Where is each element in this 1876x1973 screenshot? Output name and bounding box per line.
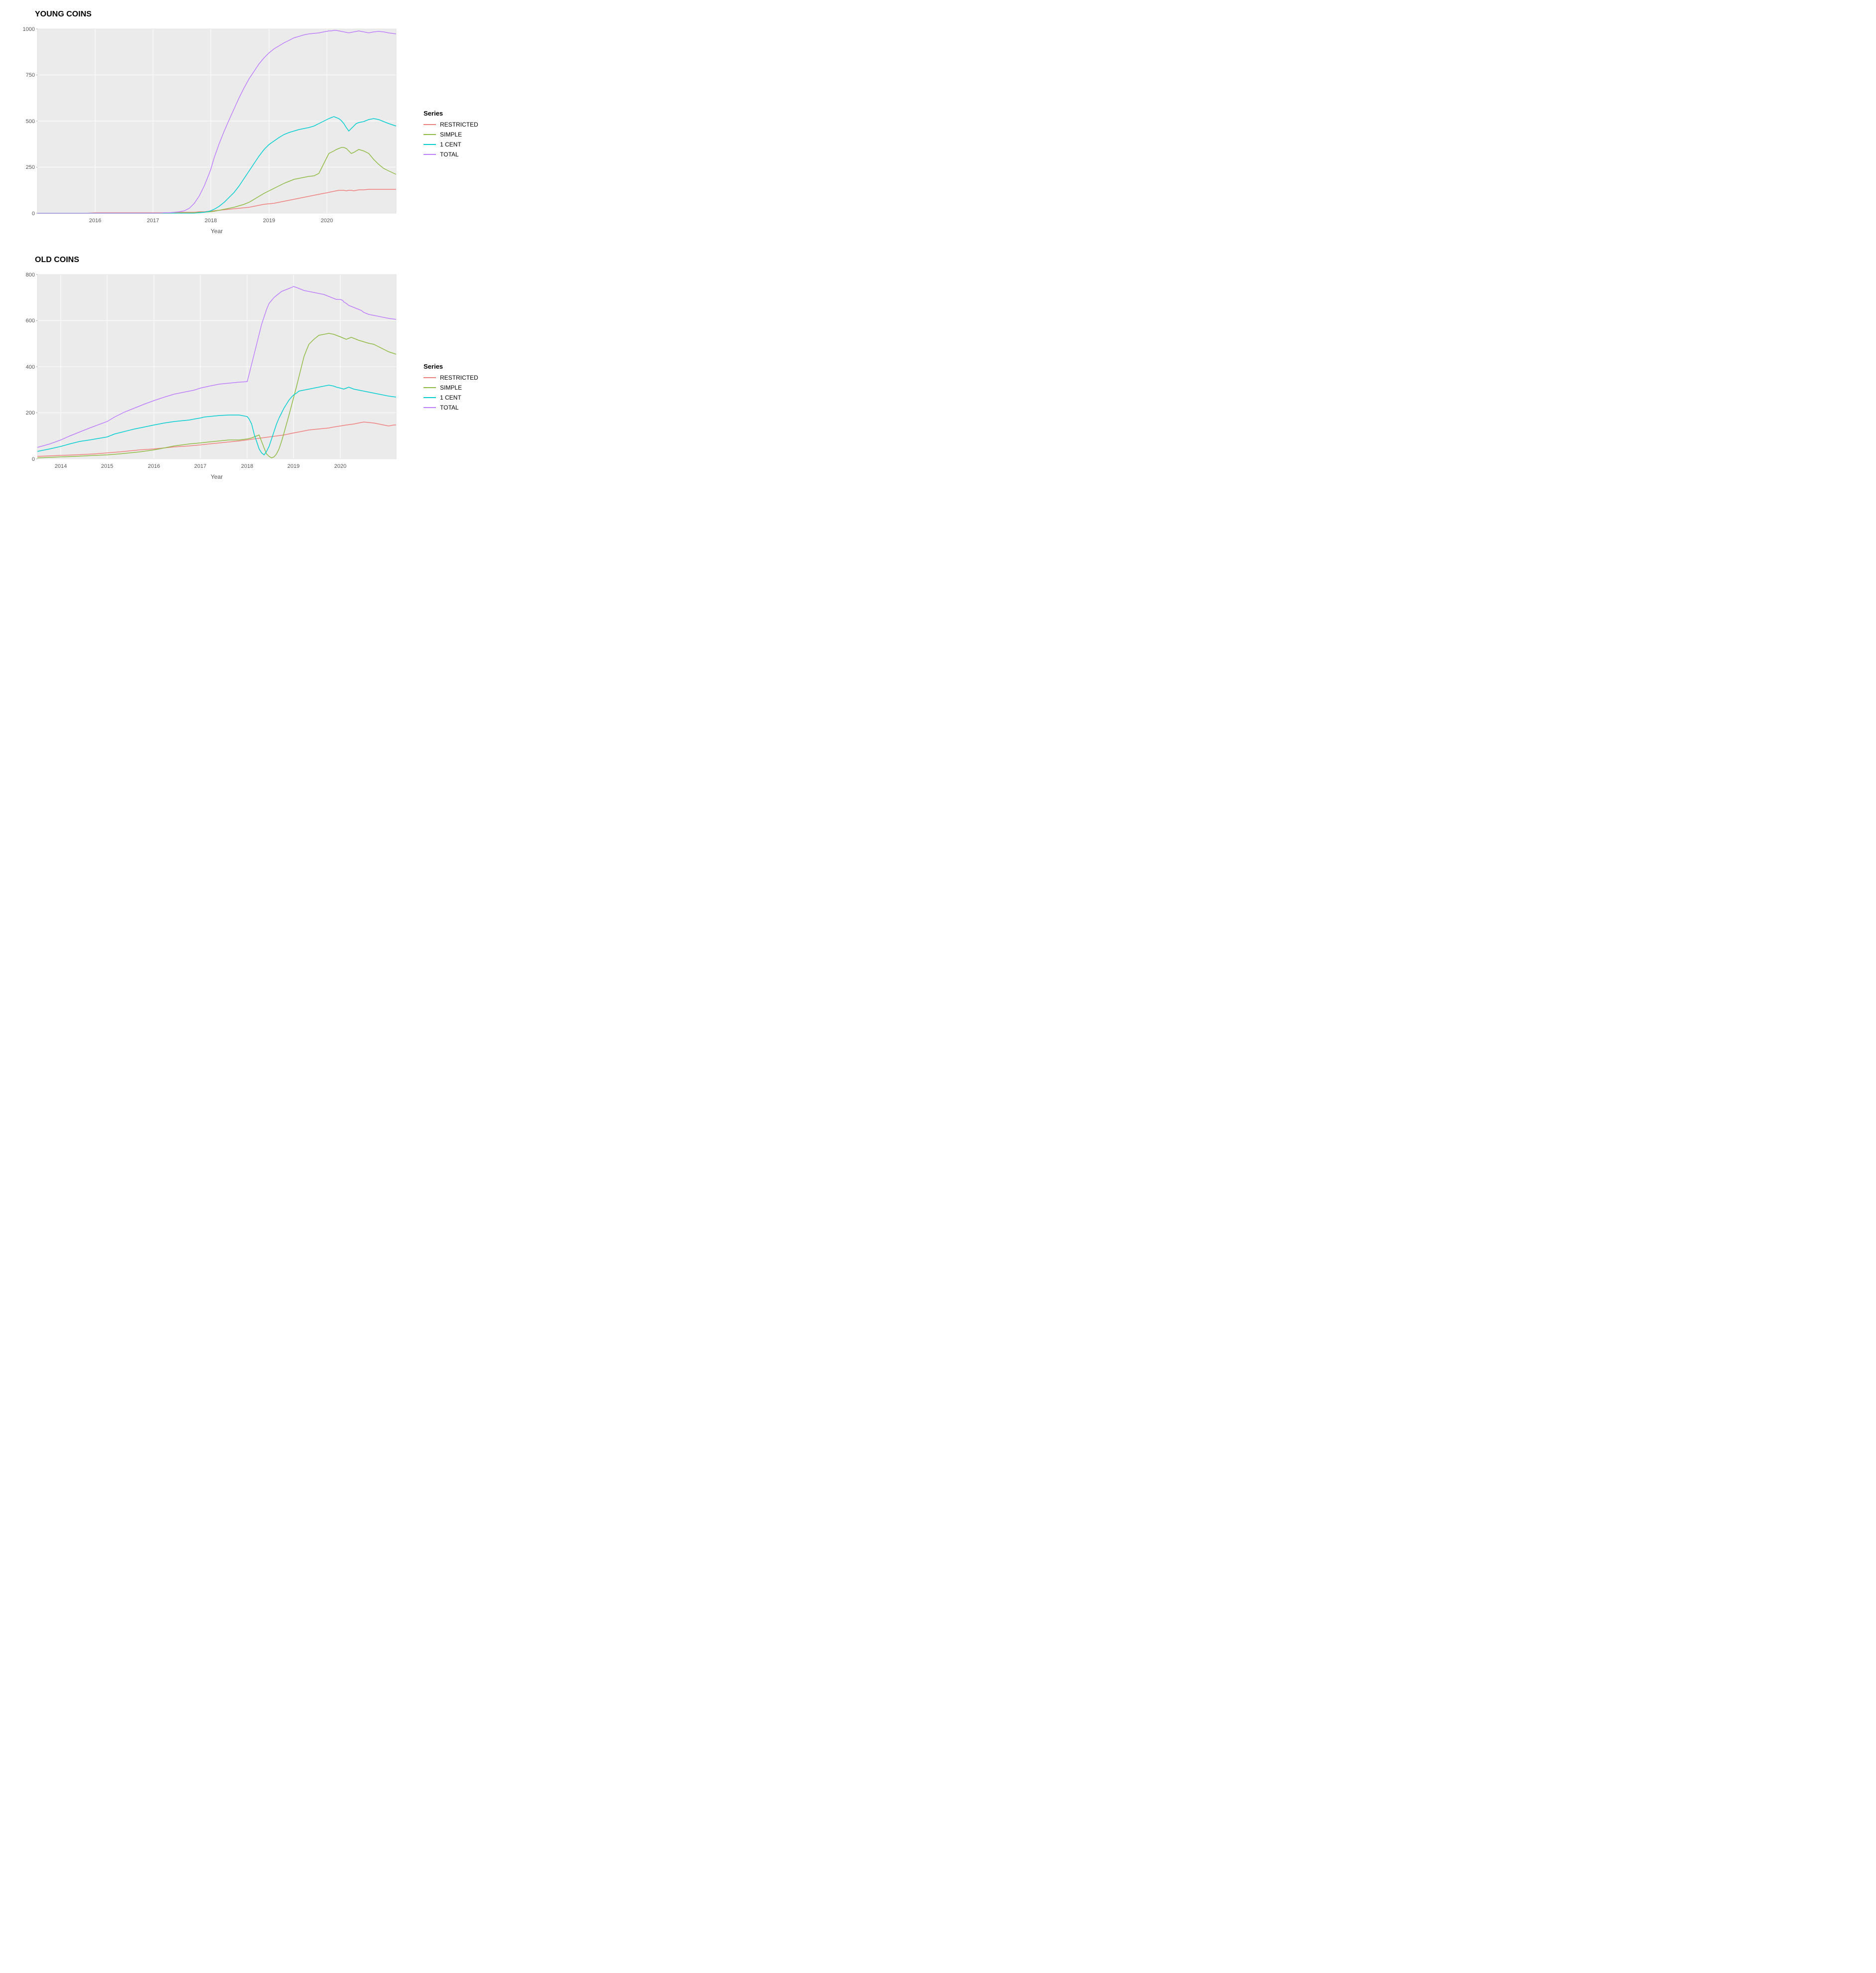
- svg-text:2016: 2016: [89, 218, 101, 224]
- old-coins-legend: Series RESTRICTED SIMPLE 1 CENT TOTAL: [419, 256, 488, 501]
- legend-label-1cent-1: 1 CENT: [440, 141, 461, 148]
- legend-line-total-1: [424, 154, 436, 155]
- legend-line-1cent-1: [424, 144, 436, 145]
- young-coins-title: YOUNG COINS: [35, 10, 419, 19]
- svg-text:400: 400: [26, 364, 35, 370]
- svg-text:200: 200: [26, 410, 35, 416]
- old-coins-svg: 0 200 400 600 800 2014 2015 2016 2017 20…: [10, 270, 419, 499]
- svg-text:Year: Year: [211, 228, 223, 235]
- svg-text:2020: 2020: [334, 463, 346, 469]
- old-coins-legend-title: Series: [424, 363, 488, 370]
- legend-label-restricted-2: RESTRICTED: [440, 374, 478, 381]
- legend-item-restricted-1: RESTRICTED: [424, 121, 488, 128]
- legend-item-simple-2: SIMPLE: [424, 384, 488, 391]
- old-coins-wrapper: OLD COINS: [10, 256, 488, 501]
- legend-item-total-2: TOTAL: [424, 404, 488, 411]
- legend-item-1cent-2: 1 CENT: [424, 394, 488, 401]
- svg-text:500: 500: [26, 119, 35, 125]
- old-coins-area: OLD COINS: [10, 256, 419, 501]
- young-coins-svg: 0 250 500 750 1000 2016 2017 2018 2019 2…: [10, 24, 419, 238]
- legend-item-total-1: TOTAL: [424, 151, 488, 158]
- svg-text:2014: 2014: [55, 463, 67, 469]
- svg-text:0: 0: [32, 456, 35, 462]
- svg-text:800: 800: [26, 272, 35, 278]
- legend-line-1cent-2: [424, 397, 436, 398]
- legend-line-total-2: [424, 407, 436, 408]
- legend-line-simple-2: [424, 387, 436, 388]
- legend-label-restricted-1: RESTRICTED: [440, 121, 478, 128]
- legend-item-simple-1: SIMPLE: [424, 131, 488, 138]
- svg-text:2018: 2018: [205, 218, 217, 224]
- legend-label-1cent-2: 1 CENT: [440, 394, 461, 401]
- young-coins-area: YOUNG COINS: [10, 10, 419, 241]
- legend-label-total-2: TOTAL: [440, 404, 459, 411]
- young-coins-wrapper: YOUNG COINS: [10, 10, 488, 241]
- legend-item-1cent-1: 1 CENT: [424, 141, 488, 148]
- legend-label-simple-2: SIMPLE: [440, 384, 462, 391]
- svg-text:250: 250: [26, 164, 35, 170]
- svg-text:2016: 2016: [148, 463, 160, 469]
- legend-line-simple-1: [424, 134, 436, 135]
- legend-label-simple-1: SIMPLE: [440, 131, 462, 138]
- legend-item-restricted-2: RESTRICTED: [424, 374, 488, 381]
- svg-text:2015: 2015: [101, 463, 113, 469]
- svg-text:600: 600: [26, 318, 35, 324]
- legend-label-total-1: TOTAL: [440, 151, 459, 158]
- svg-text:2018: 2018: [241, 463, 253, 469]
- svg-text:Year: Year: [211, 473, 223, 480]
- svg-text:2019: 2019: [288, 463, 299, 469]
- svg-text:750: 750: [26, 72, 35, 78]
- svg-text:0: 0: [32, 211, 35, 217]
- svg-text:2017: 2017: [147, 218, 159, 224]
- legend-line-restricted-2: [424, 377, 436, 378]
- svg-text:2020: 2020: [321, 218, 333, 224]
- old-coins-title: OLD COINS: [35, 256, 419, 265]
- chart-container: YOUNG COINS: [10, 10, 488, 501]
- svg-text:1000: 1000: [23, 26, 35, 32]
- legend-line-restricted-1: [424, 124, 436, 125]
- svg-text:2017: 2017: [194, 463, 206, 469]
- young-coins-legend: Series RESTRICTED SIMPLE 1 CENT TOTAL: [419, 10, 488, 241]
- young-coins-legend-title: Series: [424, 110, 488, 117]
- svg-text:2019: 2019: [263, 218, 275, 224]
